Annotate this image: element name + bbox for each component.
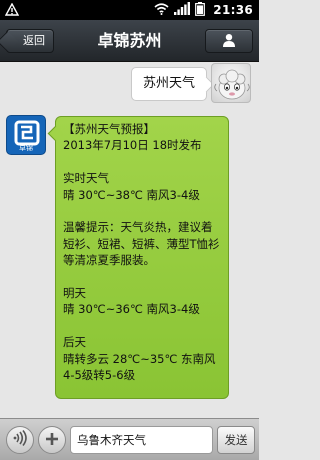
outgoing-message[interactable]: 苏州天气 — [131, 67, 207, 101]
plus-icon — [45, 431, 59, 450]
wifi-icon — [154, 2, 169, 18]
back-button-label: 返回 — [23, 34, 45, 47]
title-bar: 返回 — [0, 20, 259, 62]
status-time: 21:36 — [213, 3, 253, 17]
add-button[interactable] — [38, 426, 66, 454]
profile-button[interactable] — [205, 29, 253, 53]
input-bar: 乌鲁木齐天气 发送 — [0, 418, 259, 460]
status-bar: 21:36 — [0, 0, 259, 20]
notification-icon — [4, 2, 20, 20]
battery-icon — [195, 1, 206, 19]
message-input[interactable]: 乌鲁木齐天气 — [70, 426, 213, 454]
incoming-message[interactable]: 【苏州天气预报】 2013年7月10日 18时发布 实时天气 晴 30℃~38℃… — [55, 116, 229, 399]
user-avatar[interactable] — [211, 63, 251, 103]
send-button[interactable]: 发送 — [217, 426, 255, 454]
person-icon — [222, 32, 236, 51]
bot-avatar[interactable]: 卓锦 — [6, 115, 46, 155]
bot-avatar-label: 卓锦 — [19, 144, 33, 152]
signal-icon — [174, 2, 191, 18]
chat-area[interactable]: 苏州天气 卓锦 【苏州天气预报】 2013年7月10日 18时发布 实时天气 晴… — [0, 63, 259, 418]
voice-icon — [12, 430, 28, 450]
voice-button[interactable] — [6, 426, 34, 454]
back-button[interactable]: 返回 — [6, 29, 54, 53]
sheep-avatar-icon — [214, 69, 250, 100]
